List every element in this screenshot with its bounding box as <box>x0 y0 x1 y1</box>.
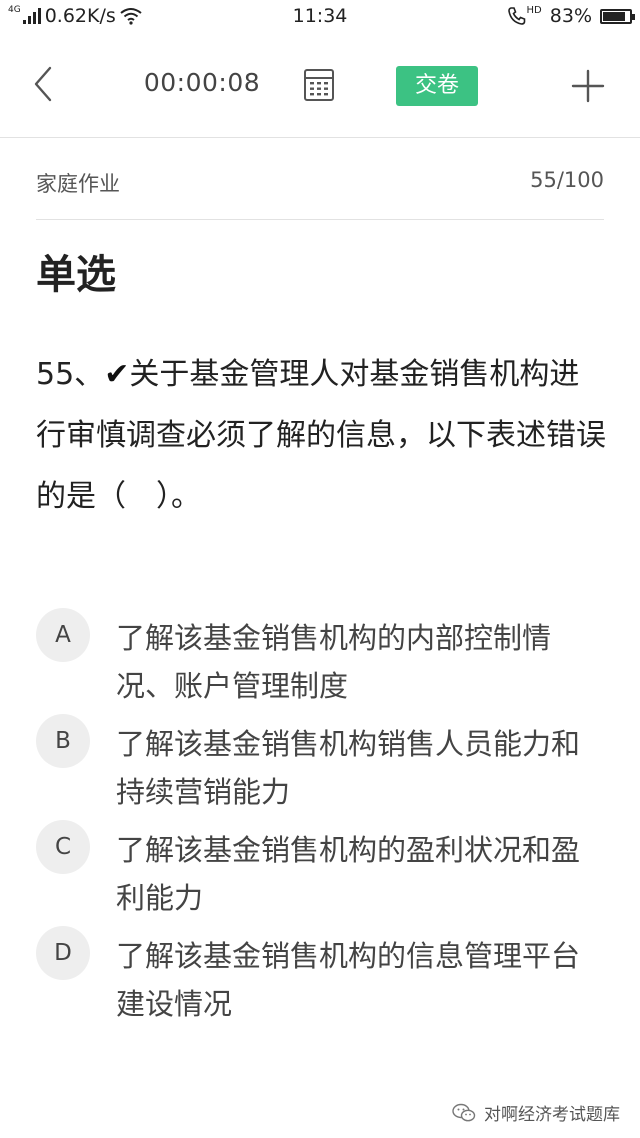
question-progress: 55/100 <box>530 168 604 192</box>
option-b[interactable]: B 了解该基金销售机构销售人员能力和持续营销能力 <box>36 710 616 816</box>
answer-sheet-button[interactable] <box>302 68 336 102</box>
answer-options: A 了解该基金销售机构的内部控制情况、账户管理制度 B 了解该基金销售机构销售人… <box>36 604 616 1028</box>
option-c[interactable]: C 了解该基金销售机构的盈利状况和盈利能力 <box>36 816 616 922</box>
option-text: 了解该基金销售机构销售人员能力和持续营销能力 <box>116 727 581 809</box>
exam-info-row: 家庭作业 55/100 <box>36 138 604 220</box>
option-letter: D <box>36 926 90 980</box>
option-letter: C <box>36 820 90 874</box>
exam-category: 家庭作业 <box>36 172 120 196</box>
wechat-icon <box>452 1103 476 1121</box>
question-stem: 55、✔关于基金管理人对基金销售机构进行审慎调查必须了解的信息，以下表述错误的是… <box>36 344 606 527</box>
exam-toolbar: 00:00:08 交卷 <box>0 34 640 138</box>
option-text: 了解该基金销售机构的内部控制情况、账户管理制度 <box>116 621 552 703</box>
question-type: 单选 <box>36 252 116 298</box>
option-letter: B <box>36 714 90 768</box>
submit-exam-button[interactable]: 交卷 <box>396 66 478 106</box>
status-bar: 4G 0.62K/s 11:34 HD 83% <box>0 0 640 34</box>
chevron-left-icon <box>34 66 52 102</box>
plus-icon <box>571 69 605 103</box>
option-a[interactable]: A 了解该基金销售机构的内部控制情况、账户管理制度 <box>36 604 616 710</box>
back-button[interactable] <box>28 64 60 104</box>
battery-icon <box>600 8 635 24</box>
exam-timer: 00:00:08 <box>143 68 261 97</box>
hd-badge: HD <box>526 4 542 16</box>
battery-level <box>603 11 625 21</box>
phone-icon <box>507 7 525 25</box>
battery-percent: 83% <box>549 5 592 27</box>
check-mark-icon: ✔ <box>104 357 130 392</box>
option-text: 了解该基金销售机构的信息管理平台建设情况 <box>116 939 581 1021</box>
option-letter: A <box>36 608 90 662</box>
add-button[interactable] <box>570 68 606 104</box>
watermark-text: 对啊经济考试题库 <box>484 1105 620 1125</box>
option-text: 了解该基金销售机构的盈利状况和盈利能力 <box>116 833 581 915</box>
option-d[interactable]: D 了解该基金销售机构的信息管理平台建设情况 <box>36 922 616 1028</box>
status-right: HD 83% <box>507 4 635 27</box>
watermark: 对啊经济考试题库 <box>452 1100 620 1125</box>
question-number: 55、 <box>36 357 105 392</box>
answer-sheet-icon <box>304 69 334 101</box>
